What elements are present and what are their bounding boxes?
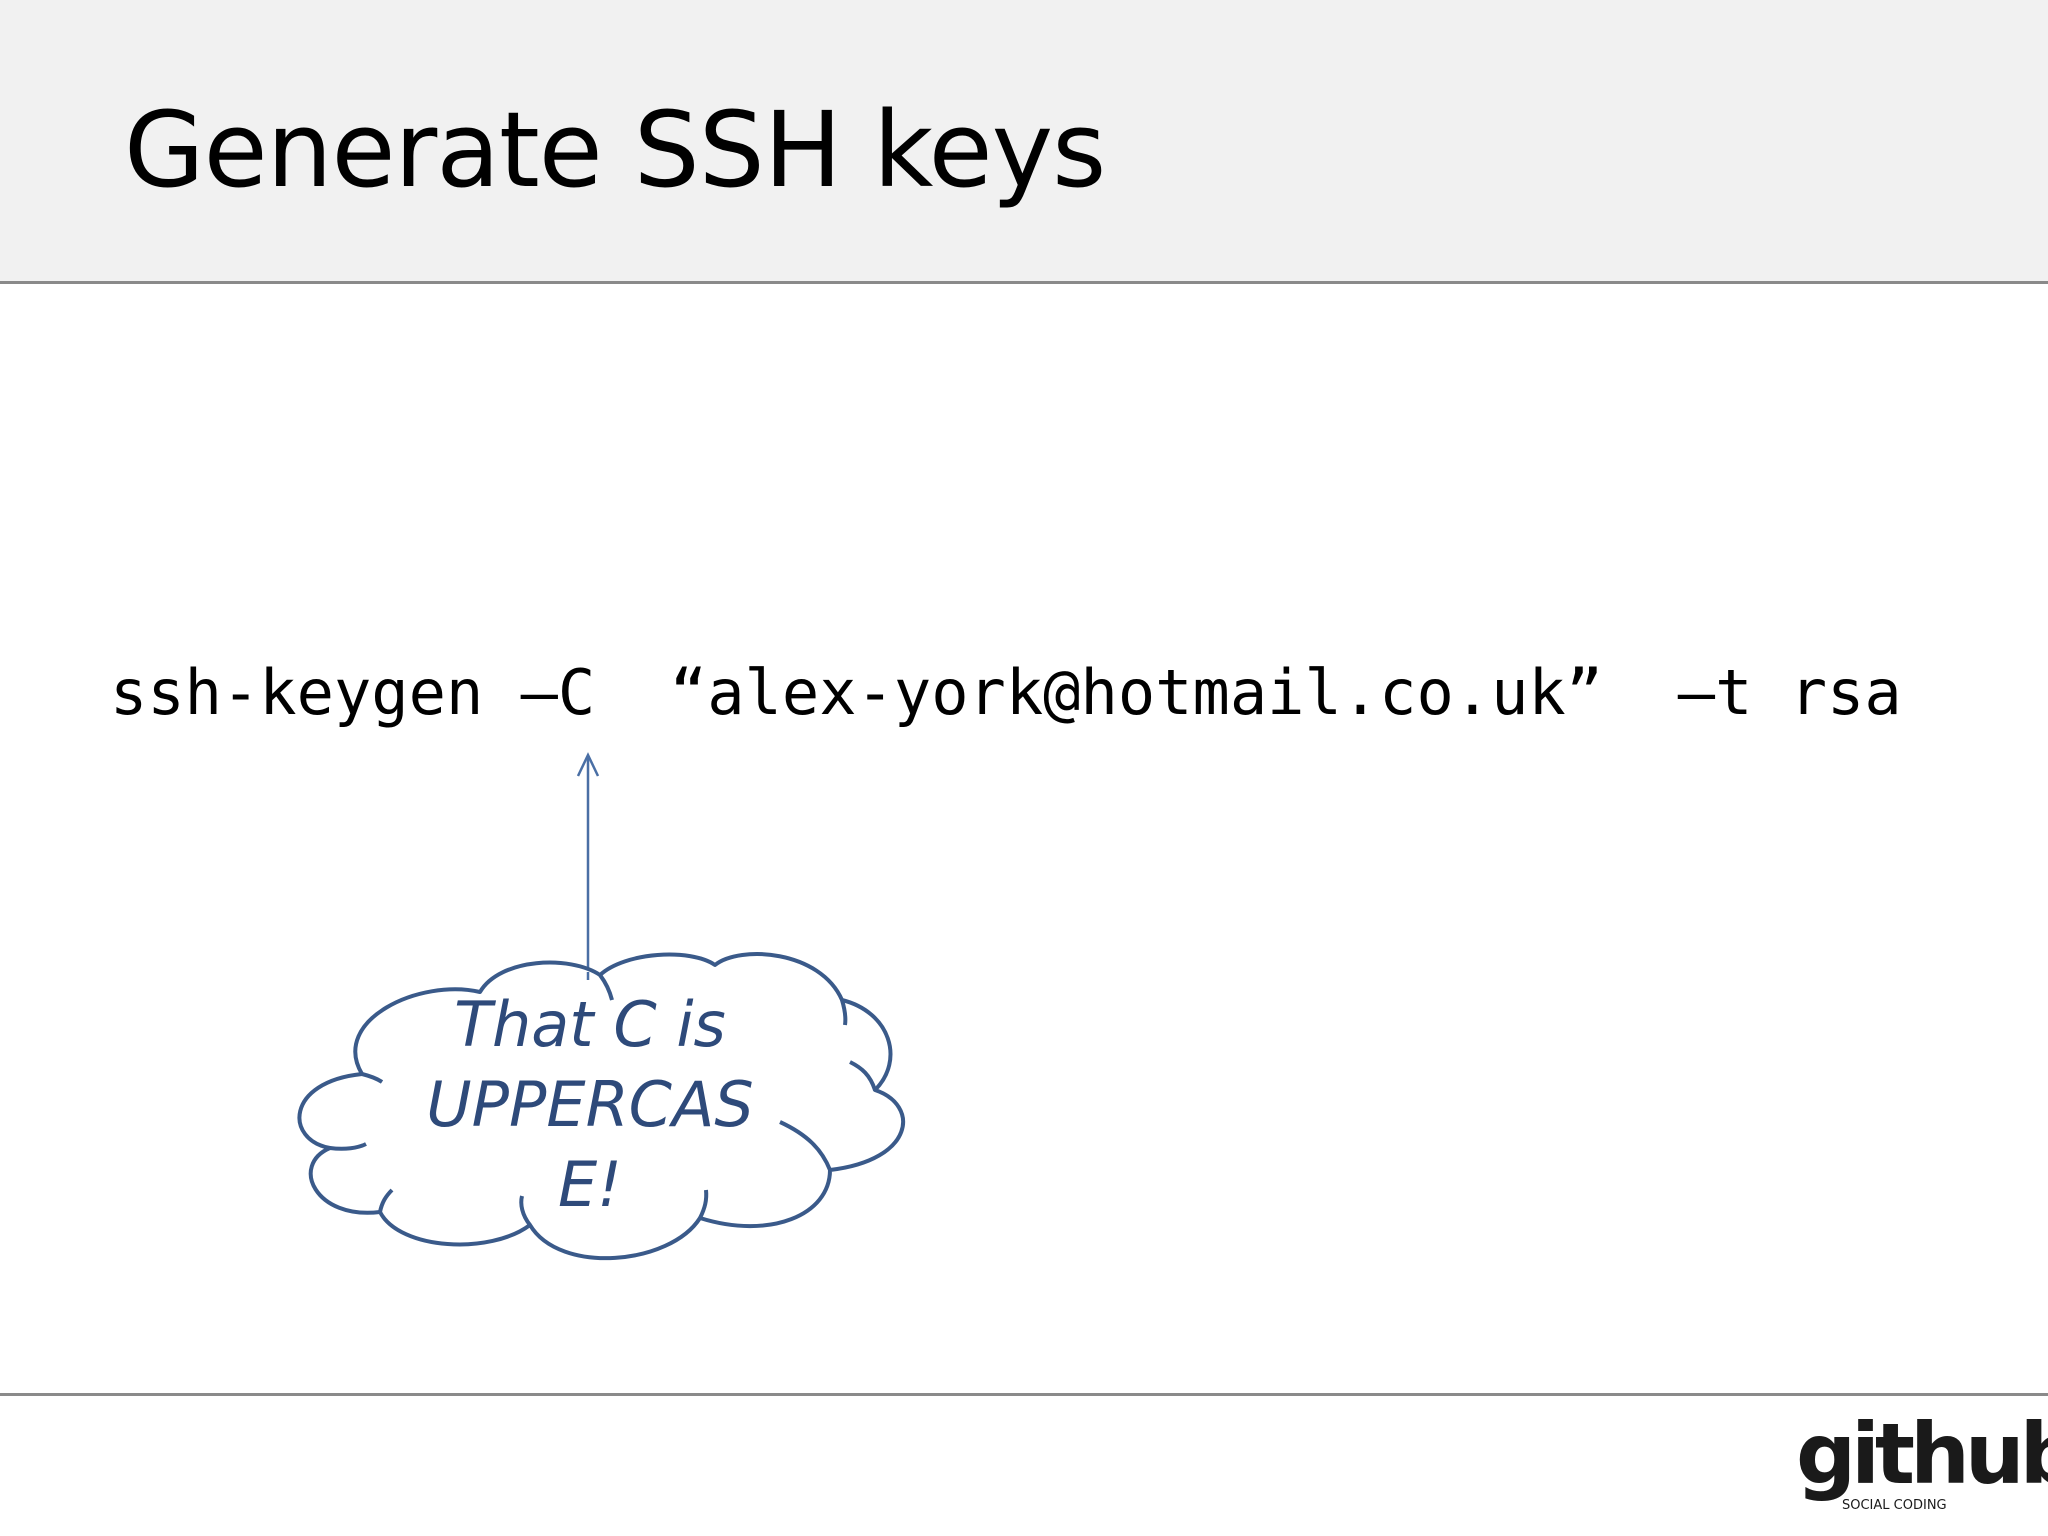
logo-tagline: SOCIAL CODING (1842, 1498, 1947, 1513)
callout-line-1: That C is (454, 988, 726, 1061)
callout-line-3: E! (557, 1148, 623, 1221)
github-logo: github SOCIAL CODING (1796, 1412, 2048, 1513)
arrow-up-icon (576, 752, 600, 972)
slide: Generate SSH keys ssh-keygen –C “alex-yo… (0, 0, 2048, 1536)
logo-wordmark: github (1796, 1405, 2048, 1503)
annotation-layer (297, 752, 905, 1261)
callout-text: That C is UPPERCAS E! (380, 985, 800, 1225)
callout-line-2: UPPERCAS (426, 1068, 754, 1141)
footer-divider (0, 1393, 2048, 1396)
